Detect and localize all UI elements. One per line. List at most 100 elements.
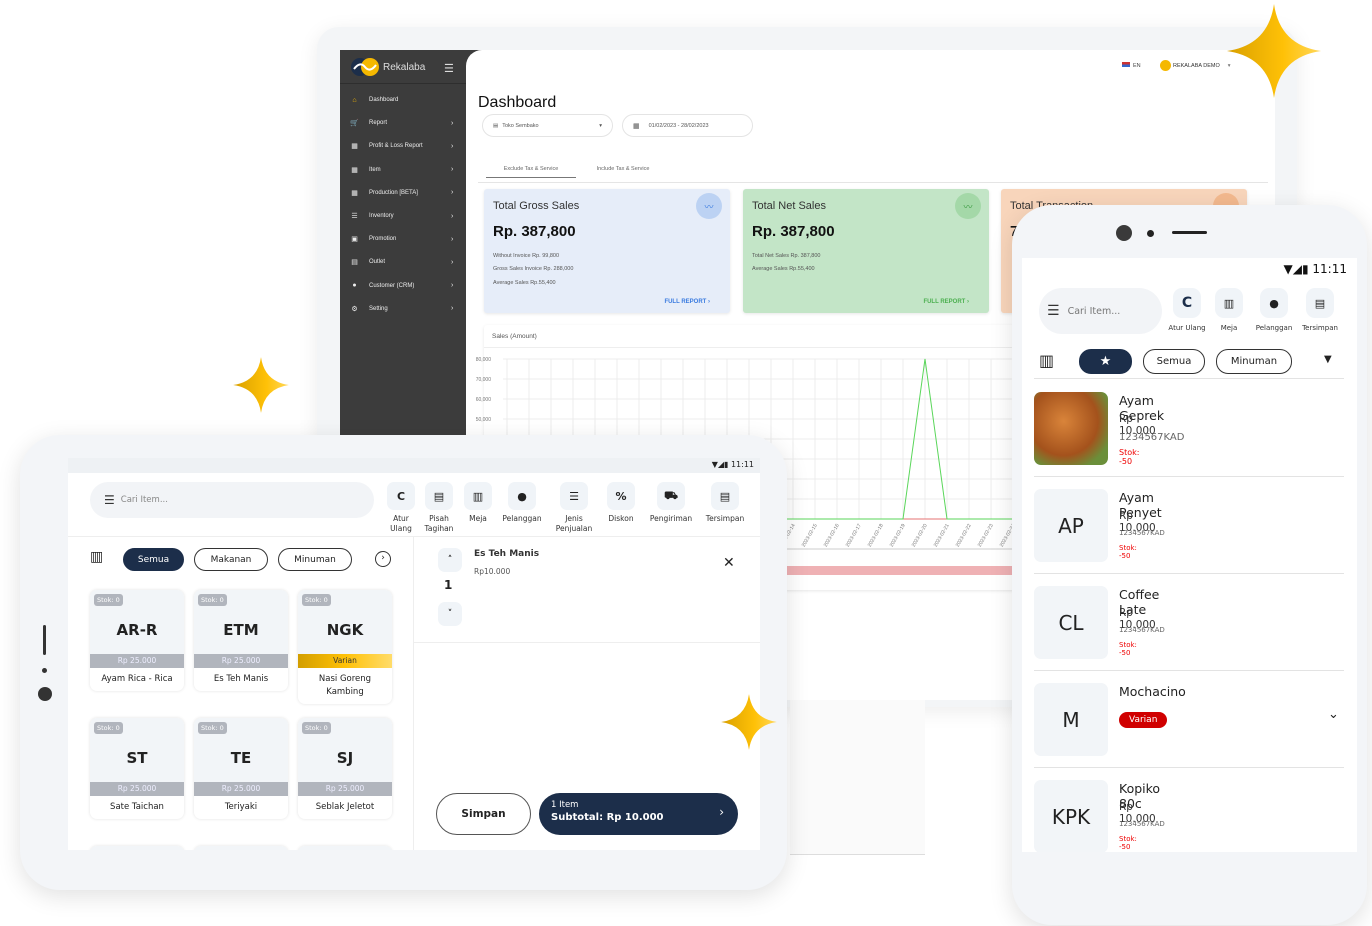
menu-toggle-icon[interactable]: ☰ — [444, 62, 454, 75]
caret-down-icon[interactable]: ▼ — [1324, 354, 1332, 365]
sidebar-item-item[interactable]: ▦ Item › — [340, 160, 466, 180]
truck-icon: ⛟ — [657, 482, 685, 510]
category-minuman[interactable]: Minuman — [1216, 349, 1292, 374]
favorites-chip[interactable]: ★ — [1079, 349, 1132, 374]
y-tick-label: 70,000 — [476, 377, 492, 383]
action-tersimpan[interactable]: ▤ Tersimpan — [695, 482, 755, 524]
product-card[interactable]: Stok: 0 ST Rp 25.000 Sate Taichan — [90, 718, 184, 819]
stock-badge: Stok: 0 — [94, 594, 123, 606]
sidebar-item-outlet[interactable]: ▤ Outlet › — [340, 252, 466, 272]
pos-tablet-screen: ▼◢▮ 11:11 ☰ Cari Item... C Atur Ulang ▤ Pisa… — [68, 458, 760, 850]
action-pelanggan[interactable]: ● Pelanggan — [492, 482, 552, 524]
action-label: Pelanggan — [502, 514, 542, 523]
stock-label: Stok: -50 — [1119, 835, 1137, 851]
remove-item-icon[interactable]: ✕ — [723, 555, 735, 571]
save-button[interactable]: Simpan — [436, 793, 531, 835]
sidebar-item-report[interactable]: 🛒 Report › — [340, 113, 466, 133]
person-icon: ● — [508, 482, 536, 510]
sidebar-item-customer-crm[interactable]: ● Customer (CRM) › — [340, 276, 466, 296]
product-code: TE — [230, 749, 252, 767]
stock-label: Stok: -50 — [1119, 544, 1137, 560]
product-thumb: Stok: 0 SJ — [298, 718, 392, 782]
reset-icon: C — [1173, 288, 1201, 318]
grid-icon: ▦ — [351, 143, 358, 151]
x-tick-label: 2023-02-22 — [955, 523, 973, 548]
sidebar-item-label: Profit & Loss Report — [369, 143, 423, 150]
cart-item-price: Rp10.000 — [474, 567, 511, 576]
sidebar-item-inventory[interactable]: ☰ Inventory › — [340, 206, 466, 226]
chevron-down-icon[interactable]: ⌄ — [1328, 707, 1339, 722]
cart-qty: 1 — [444, 578, 453, 592]
x-tick-label: 2023-02-23 — [977, 523, 995, 548]
product-card[interactable]: Stok: 0 — [298, 846, 392, 850]
sidebar-item-dashboard[interactable]: ⌂ Dashboard — [340, 90, 466, 110]
search-input[interactable]: ☰ Cari Item... — [1039, 288, 1162, 334]
search-input[interactable]: ☰ Cari Item... — [90, 482, 374, 518]
tablet-camera — [38, 687, 52, 701]
x-tick-label: 2023-02-19 — [889, 523, 907, 548]
category-semua[interactable]: Semua — [123, 548, 184, 571]
product-thumb: Stok: 0 ST — [90, 718, 184, 782]
y-tick-label: 50,000 — [476, 417, 492, 423]
product-initials: CL — [1034, 586, 1108, 659]
search-placeholder: Cari Item... — [120, 495, 168, 505]
chevron-right-icon: › — [451, 212, 454, 220]
qty-decrease-button[interactable]: ˅ — [438, 602, 462, 626]
chevron-right-icon: › — [451, 166, 454, 174]
product-card[interactable]: Stok: 0 SJ Rp 25.000 Seblak Jeletot — [298, 718, 392, 819]
checkout-button[interactable]: 1 Item Subtotal: Rp 10.000 › — [539, 793, 738, 835]
sidebar-item-label: Inventory — [369, 213, 394, 219]
sidebar-item-promotion[interactable]: ▣ Promotion › — [340, 229, 466, 249]
product-card[interactable]: Stok: 0 — [90, 846, 184, 850]
sidebar-item-profit-loss-report[interactable]: ▦ Profit & Loss Report › — [340, 136, 466, 156]
chevron-right-icon: › — [451, 235, 454, 243]
sidebar-item-production-beta[interactable]: ▦ Production [BETA] › — [340, 183, 466, 203]
chevron-right-icon: › — [451, 258, 454, 266]
qty-increase-button[interactable]: ˄ — [438, 548, 462, 572]
barcode-scan-icon[interactable]: ▥ — [90, 549, 103, 565]
action-tersimpan[interactable]: ▤ Tersimpan — [1292, 288, 1348, 332]
divider — [1034, 670, 1344, 671]
saved-icon: ▤ — [711, 482, 739, 510]
y-tick-label: 80,000 — [476, 357, 492, 363]
sidebar-item-label: Outlet — [369, 259, 386, 266]
scroll-right-icon[interactable]: › — [375, 551, 391, 567]
product-card[interactable]: Stok: 0 ETM Rp 25.000 Es Teh Manis — [194, 590, 288, 691]
product-name: Teriyaki — [224, 802, 258, 812]
chevron-right-icon: › — [451, 142, 454, 150]
category-semua[interactable]: Semua — [1143, 349, 1205, 374]
y-tick-label: 60,000 — [476, 397, 492, 403]
product-thumb: Stok: 0 — [90, 846, 184, 850]
product-card[interactable]: Stok: 0 NGK Varian Nasi Goreng Kambing — [298, 590, 392, 704]
product-thumb: Stok: 0 — [298, 846, 392, 850]
sparkle-icon — [721, 694, 777, 750]
stock-badge: Stok: 0 — [94, 722, 123, 734]
product-sku: 1234567KAD — [1119, 820, 1165, 828]
divider — [1034, 476, 1344, 477]
product-name: Sate Taichan — [110, 802, 164, 812]
cart-item-name: Es Teh Manis — [474, 549, 540, 559]
status-icons: ▼◢▮ 11:11 — [711, 460, 754, 469]
product-card[interactable]: Stok: 0 AR-R Rp 25.000 Ayam Rica - Rica — [90, 590, 184, 691]
barcode-scan-icon[interactable]: ▥ — [1039, 351, 1054, 370]
action-label: Tersimpan — [705, 514, 745, 523]
food-photo — [1034, 392, 1108, 465]
category-makanan[interactable]: Makanan — [194, 548, 268, 571]
product-name: Ayam Rica - Rica — [101, 674, 173, 684]
table-icon: ▥ — [464, 482, 492, 510]
divider — [1034, 573, 1344, 574]
product-card[interactable]: Stok: 0 — [194, 846, 288, 850]
action-pengiriman[interactable]: ⛟ Pengiriman — [641, 482, 701, 524]
category-minuman[interactable]: Minuman — [278, 548, 352, 571]
person-icon: ● — [1260, 288, 1288, 318]
cart-icon: 🛒 — [350, 120, 359, 128]
product-initials: AP — [1034, 489, 1108, 562]
product-name: Mochacino — [1119, 684, 1186, 699]
sidebar-item-setting[interactable]: ⚙ Setting › — [340, 299, 466, 319]
product-thumb: Stok: 0 AR-R — [90, 590, 184, 654]
product-card[interactable]: Stok: 0 TE Rp 25.000 Teriyaki — [194, 718, 288, 819]
sidebar-item-label: Item — [369, 166, 381, 173]
menu-icon: ☰ — [1047, 303, 1060, 319]
product-sku: 1234567KAD — [1119, 626, 1165, 634]
product-code: AR-R — [116, 621, 158, 639]
